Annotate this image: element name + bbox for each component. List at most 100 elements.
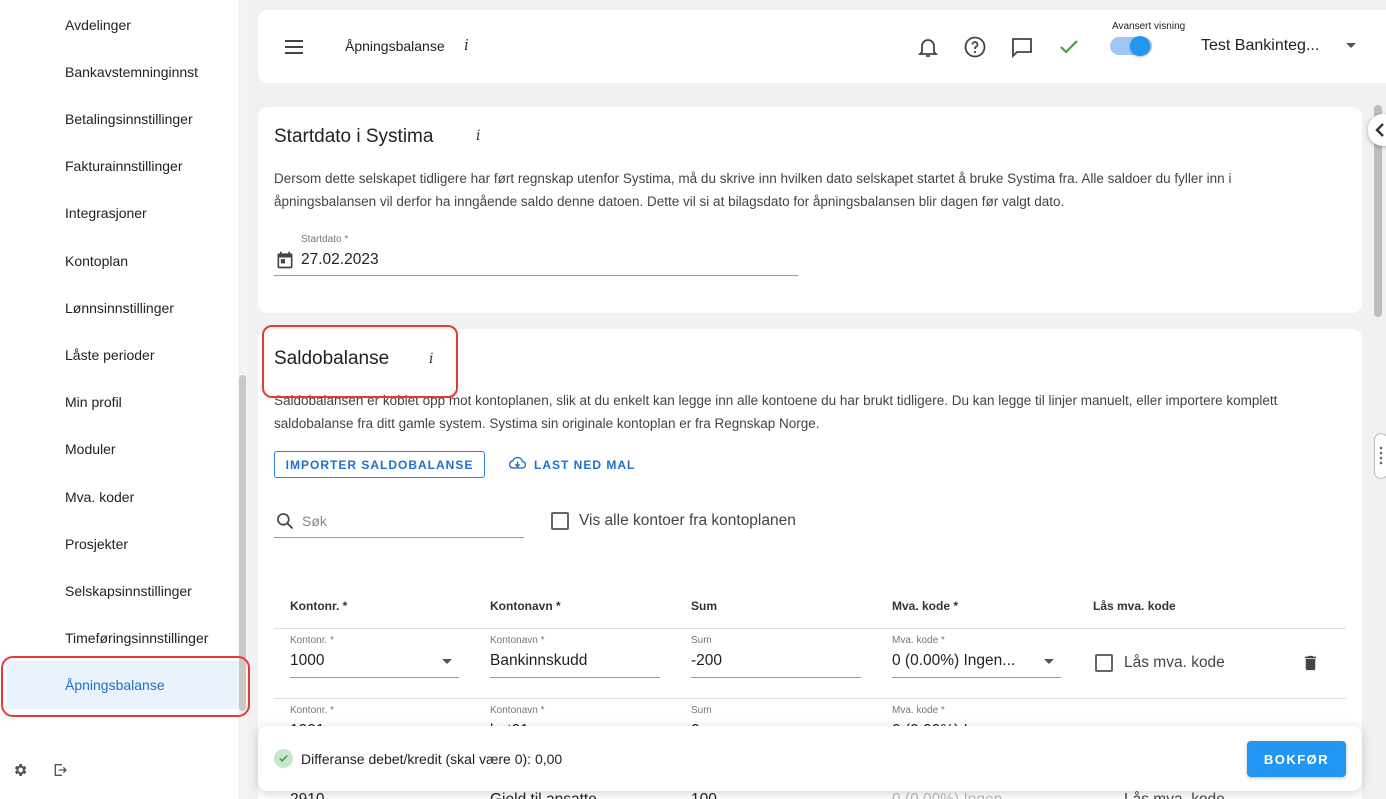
startdato-underline — [274, 275, 798, 276]
sidebar-item-min-profil[interactable]: Min profil — [0, 378, 238, 426]
col-header-kontonr: Kontonr. * — [290, 599, 348, 613]
startdato-description: Dersom dette selskapet tidligere har før… — [274, 171, 1232, 209]
logout-icon[interactable] — [50, 760, 70, 780]
show-all-accounts-checkbox[interactable] — [551, 512, 569, 530]
kontonr-select[interactable]: 2910 — [290, 791, 324, 799]
sidebar-item-lonn[interactable]: Lønnsinnstillinger — [0, 284, 238, 332]
bell-icon[interactable] — [916, 35, 940, 59]
sidebar-item-kontoplan[interactable]: Kontoplan — [0, 237, 238, 285]
sum-underline — [691, 677, 861, 678]
sidebar-item-label: Avdelinger — [65, 17, 131, 33]
sidebar-item-faktura[interactable]: Fakturainnstillinger — [0, 142, 238, 190]
mva-underline — [892, 677, 1061, 678]
info-icon[interactable]: i — [476, 128, 480, 144]
sidebar-item-label: Selskapsinnstillinger — [65, 583, 192, 599]
kontonavn-label: Kontonavn * — [490, 635, 545, 646]
kontonavn-label: Kontonavn * — [490, 705, 545, 716]
sidebar-item-prosjekter[interactable]: Prosjekter — [0, 520, 238, 568]
search-icon — [275, 511, 295, 536]
highlight-outline-title — [262, 325, 458, 398]
kontonr-label: Kontonr. * — [290, 635, 334, 646]
info-icon[interactable]: i — [464, 36, 469, 54]
advanced-view-label: Avansert visning — [1112, 21, 1186, 32]
calendar-icon[interactable] — [275, 250, 295, 270]
drag-handle[interactable] — [1374, 433, 1386, 479]
chevron-down-icon[interactable] — [1346, 43, 1356, 48]
col-header-kontonavn: Kontonavn * — [490, 599, 561, 613]
company-selector[interactable]: Test Bankinteg... — [1201, 37, 1319, 55]
lock-mva-label: Lås mva. kode — [1124, 791, 1225, 799]
download-template-label: LAST NED MAL — [534, 457, 636, 472]
kontonr-underline — [290, 677, 459, 678]
top-header: Åpningsbalanse i Avansert visning Test B… — [258, 10, 1386, 83]
difference-status: Differanse debet/kredit (skal være 0): 0… — [301, 751, 563, 767]
toggle-knob — [1130, 36, 1150, 56]
sidebar-item-label: Mva. koder — [65, 489, 135, 505]
sidebar-item-laste-perioder[interactable]: Låste perioder — [0, 331, 238, 379]
startdato-title: Startdato i Systima — [274, 126, 434, 147]
hamburger-menu-icon[interactable] — [284, 37, 304, 57]
sidebar-item-selskap[interactable]: Selskapsinnstillinger — [0, 567, 238, 615]
mva-label: Mva. kode * — [892, 705, 945, 716]
sidebar-item-integrasjoner[interactable]: Integrasjoner — [0, 189, 238, 237]
sidebar-item-label: Prosjekter — [65, 536, 129, 552]
startdato-field[interactable]: 27.02.2023 — [301, 251, 379, 269]
startdato-label: Startdato * — [301, 234, 349, 245]
check-icon[interactable] — [1057, 35, 1081, 59]
sidebar-item-label: Min profil — [65, 394, 122, 410]
sum-label: Sum — [691, 705, 712, 716]
cloud-download-icon — [508, 456, 527, 473]
col-header-sum: Sum — [691, 599, 718, 613]
lock-mva-label: Lås mva. kode — [1124, 654, 1225, 671]
lock-mva-checkbox[interactable] — [1095, 654, 1113, 672]
chevron-down-icon[interactable] — [442, 659, 452, 664]
success-check-icon — [274, 749, 293, 768]
kontonavn-field[interactable]: Bankinnskudd — [490, 652, 587, 670]
kontonr-label: Kontonr. * — [290, 705, 334, 716]
kontonr-select[interactable]: 1000 — [290, 652, 324, 670]
search-placeholder: Søk — [302, 513, 327, 529]
kontonavn-underline — [490, 677, 660, 678]
sidebar-item-mva-koder[interactable]: Mva. koder — [0, 473, 238, 521]
sidebar-item-label: Betalingsinnstillinger — [65, 111, 193, 127]
sidebar-item-label: Lønnsinnstillinger — [65, 300, 174, 316]
download-template-button[interactable]: LAST NED MAL — [508, 451, 636, 478]
balance-status-bar: Differanse debet/kredit (skal være 0): 0… — [258, 726, 1362, 791]
mva-select[interactable]: 0 (0.00%) Ingen... — [892, 791, 1015, 799]
collapse-panel-button[interactable] — [1368, 114, 1386, 146]
sum-label: Sum — [691, 635, 712, 646]
sidebar-item-timeforing[interactable]: Timeføringsinnstillinger — [0, 614, 238, 662]
col-header-mva-kode: Mva. kode * — [892, 599, 959, 613]
sidebar-item-label: Moduler — [65, 441, 116, 457]
sidebar-item-avdelinger[interactable]: Avdelinger — [0, 1, 238, 49]
advanced-view-toggle[interactable] — [1110, 36, 1152, 56]
sidebar-item-label: Bankavstemninginnst — [65, 64, 199, 80]
bokfor-button[interactable]: BOKFØR — [1247, 741, 1346, 777]
sidebar-item-betaling[interactable]: Betalingsinnstillinger — [0, 95, 238, 143]
sum-field[interactable]: -200 — [691, 652, 722, 670]
import-saldobalanse-button[interactable]: IMPORTER SALDOBALANSE — [274, 451, 485, 478]
trash-icon[interactable] — [1301, 653, 1320, 678]
mva-select[interactable]: 0 (0.00%) Ingen... — [892, 652, 1015, 670]
help-icon[interactable] — [963, 35, 987, 59]
show-all-accounts-label: Vis alle kontoer fra kontoplanen — [579, 512, 796, 529]
gear-icon[interactable] — [10, 760, 30, 780]
sum-field[interactable]: 100 — [691, 791, 717, 799]
mva-label: Mva. kode * — [892, 635, 945, 646]
sidebar-footer — [10, 760, 70, 780]
sidebar-item-bankavstemning[interactable]: Bankavstemninginnst — [0, 48, 238, 96]
chevron-down-icon[interactable] — [1044, 659, 1054, 664]
kontonavn-field[interactable]: Gjeld til ansatte — [490, 791, 597, 799]
sidebar-item-label: Låste perioder — [65, 347, 155, 363]
startdato-card: Startdato i Systima i Dersom dette selsk… — [258, 107, 1362, 313]
highlight-outline-sidebar — [1, 656, 250, 717]
table-divider — [274, 698, 1346, 699]
page-title: Åpningsbalanse — [345, 38, 445, 54]
sidebar-item-label: Fakturainnstillinger — [65, 158, 183, 174]
sidebar-item-label: Integrasjoner — [65, 205, 147, 221]
sidebar-item-moduler[interactable]: Moduler — [0, 425, 238, 473]
chat-icon[interactable] — [1010, 35, 1034, 59]
sidebar-item-label: Timeføringsinnstillinger — [65, 630, 209, 646]
sidebar-item-label: Kontoplan — [65, 253, 129, 269]
search-input[interactable]: Søk — [274, 508, 524, 538]
